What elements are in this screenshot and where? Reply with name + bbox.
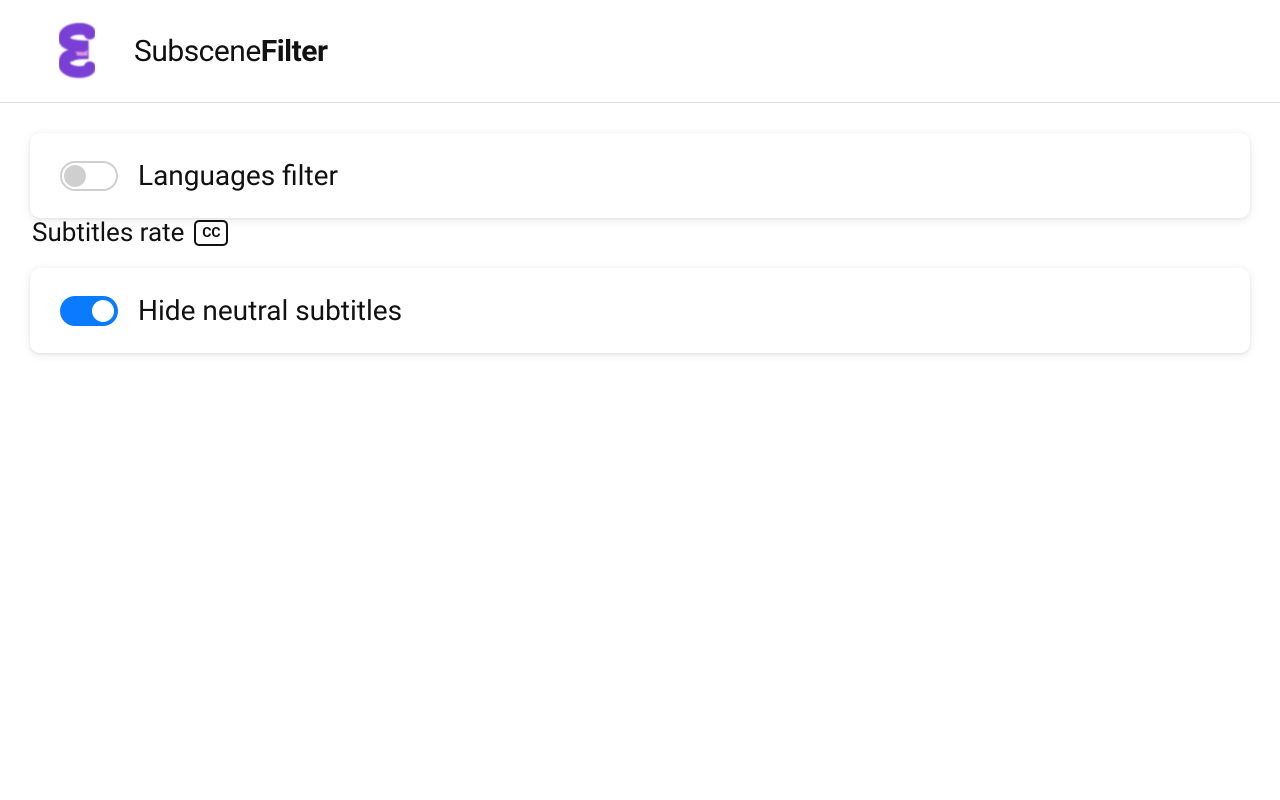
languages-filter-toggle[interactable]: [60, 161, 118, 191]
hide-neutral-subtitles-card: Hide neutral subtitles: [30, 268, 1250, 353]
app-header: SubsceneFilter: [0, 0, 1280, 103]
subtitles-rate-section-label: Subtitles rate CC: [32, 218, 1250, 248]
toggle-knob: [64, 165, 86, 187]
app-title-bold: Filter: [261, 34, 328, 69]
languages-filter-card: Languages filter: [30, 133, 1250, 218]
app-logo-icon: [48, 22, 106, 80]
hide-neutral-subtitles-toggle[interactable]: [60, 296, 118, 326]
closed-captions-icon: CC: [194, 220, 228, 246]
hide-neutral-subtitles-label: Hide neutral subtitles: [138, 294, 402, 327]
main-content: Languages filter Subtitles rate CC Hide …: [0, 103, 1280, 353]
toggle-knob: [92, 300, 114, 322]
languages-filter-label: Languages filter: [138, 159, 338, 192]
app-title: SubsceneFilter: [134, 34, 327, 69]
subtitles-rate-text: Subtitles rate: [32, 218, 184, 248]
app-title-light: Subscene: [134, 34, 261, 69]
